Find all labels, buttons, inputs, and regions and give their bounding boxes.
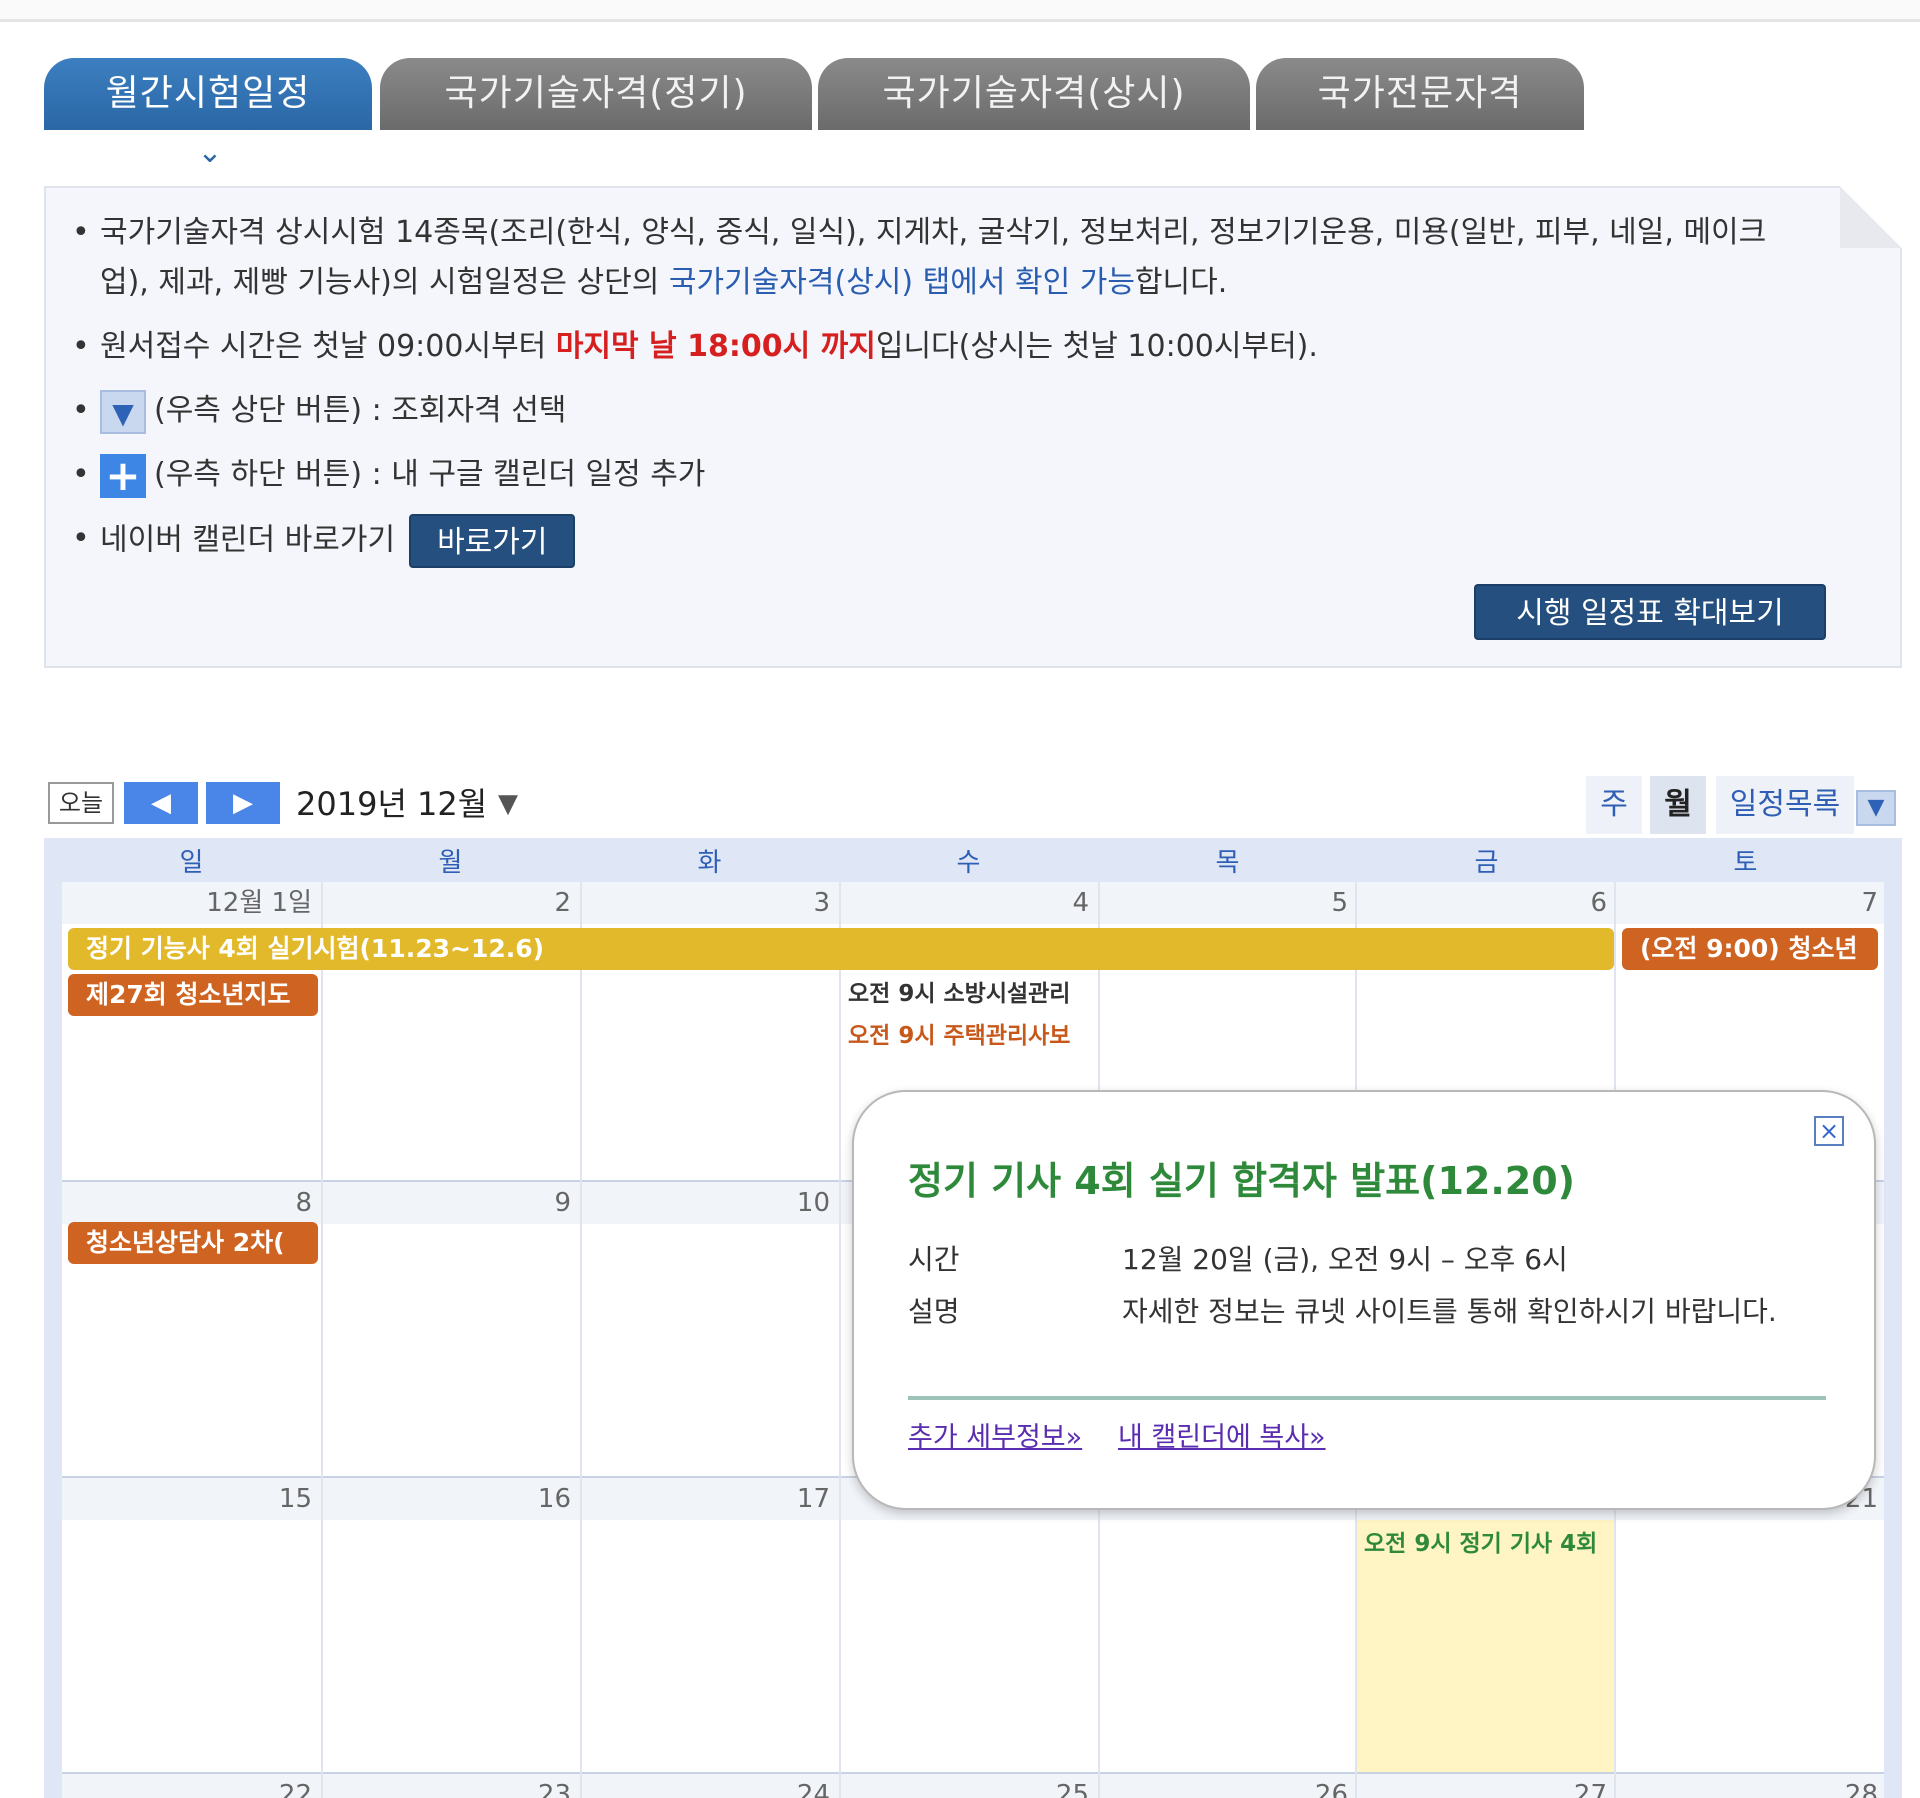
notice-item: 네이버 캘린더 바로가기바로가기 (72, 514, 1772, 568)
day-number[interactable]: 8 (62, 1182, 312, 1224)
day-number[interactable]: 12월 1일 (62, 882, 312, 924)
day-number[interactable]: 9 (321, 1182, 571, 1224)
weekday-sat: 토 (1733, 848, 1758, 878)
day-number[interactable]: 23 (321, 1774, 571, 1798)
day-number[interactable]: 26 (1098, 1774, 1348, 1798)
day-number[interactable]: 27 (1357, 1774, 1607, 1798)
col-divider (580, 882, 582, 1798)
description-value: 자세한 정보는 큐넷 사이트를 통해 확인하시기 바랍니다. (1122, 1295, 1777, 1328)
time-value: 12월 20일 (금), 오전 9시 – 오후 6시 (1122, 1243, 1568, 1276)
plus-icon: + (100, 453, 146, 498)
page-curl-icon (1840, 186, 1902, 248)
dropdown-arrow-icon: ▼ (100, 389, 146, 434)
calendar-event[interactable]: (오전 9:00) 청소년 (1622, 928, 1878, 970)
prev-month-button[interactable]: ◀ (124, 782, 198, 824)
day-number[interactable]: 15 (62, 1478, 312, 1520)
next-month-button[interactable]: ▶ (206, 782, 280, 824)
calendar-select-dropdown-icon[interactable]: ▼ (1856, 790, 1896, 826)
day-number[interactable]: 10 (580, 1182, 830, 1224)
day-number[interactable]: 2 (321, 882, 571, 924)
chevron-right-icon: ▶ (233, 788, 253, 818)
tab-national-technical-regular[interactable]: 국가기술자격(정기) (380, 58, 812, 130)
col-divider (321, 882, 323, 1798)
day-number[interactable]: 7 (1616, 882, 1878, 924)
expand-schedule-button[interactable]: 시행 일정표 확대보기 (1474, 584, 1826, 640)
calendar-event[interactable]: 오전 9시 소방시설관리 (848, 974, 1092, 1014)
weekday-thu: 목 (1215, 848, 1240, 878)
calendar-toolbar: 오늘 ◀ ▶ 2019년 12월 ▼ 주 월 일정목록 ▼ (48, 776, 1900, 834)
chevron-down-icon: ⌄ (197, 135, 223, 170)
tab-monthly-schedule[interactable]: 월간시험일정 (44, 58, 372, 130)
event-title: 정기 기사 4회 실기 합격자 발표(12.20) (908, 1159, 1576, 1203)
notice-item: +(우측 하단 버튼) : 내 구글 캘린더 일정 추가 (72, 450, 1772, 500)
day-number[interactable]: 24 (580, 1774, 830, 1798)
calendar-event[interactable]: 정기 기능사 4회 실기시험(11.23~12.6) (68, 928, 1614, 970)
view-week-button[interactable]: 주 (1586, 776, 1642, 834)
tab-national-technical-constant[interactable]: 국가기술자격(상시) (818, 58, 1250, 130)
day-number[interactable]: 28 (1616, 1774, 1878, 1798)
day-number[interactable]: 3 (580, 882, 830, 924)
weekday-wed: 수 (956, 848, 981, 878)
chevron-left-icon: ◀ (151, 788, 171, 818)
day-number[interactable]: 6 (1357, 882, 1607, 924)
calendar-event[interactable]: 제27회 청소년지도 (68, 974, 318, 1016)
description-label: 설명 (908, 1295, 960, 1328)
view-month-button[interactable]: 월 (1650, 776, 1706, 834)
popup-divider (908, 1396, 1826, 1400)
notice-item: ▼(우측 상단 버튼) : 조회자격 선택 (72, 386, 1772, 436)
tab-national-professional[interactable]: 국가전문자격 (1256, 58, 1584, 130)
day-number[interactable]: 17 (580, 1478, 830, 1520)
naver-calendar-goto-button[interactable]: 바로가기 (409, 514, 576, 568)
constant-tab-link[interactable]: 국가기술자격(상시) 탭에서 확인 가능 (669, 265, 1135, 300)
notice-item: 원서접수 시간은 첫날 09:00시부터 마지막 날 18:00시 까지입니다(… (72, 322, 1772, 372)
weekday-tue: 화 (697, 848, 722, 878)
event-detail-popup: × 정기 기사 4회 실기 합격자 발표(12.20) 시간 12월 20일 (… (852, 1090, 1876, 1510)
copy-to-my-calendar-link[interactable]: 내 캘린더에 복사» (1118, 1416, 1326, 1460)
today-button[interactable]: 오늘 (48, 782, 114, 824)
calendar-event[interactable]: 오전 9시 정기 기사 4회 (1364, 1524, 1610, 1564)
weekday-header: 일 월 화 수 목 금 토 (62, 838, 1884, 882)
deadline-highlight: 마지막 날 18:00시 까지 (555, 329, 876, 364)
day-number[interactable]: 22 (62, 1774, 312, 1798)
day-number[interactable]: 16 (321, 1478, 571, 1520)
col-divider (839, 882, 841, 1798)
day-number[interactable]: 5 (1098, 882, 1348, 924)
more-details-link[interactable]: 추가 세부정보» (908, 1416, 1082, 1460)
exam-tabs: 월간시험일정 국가기술자격(정기) 국가기술자격(상시) 국가전문자격 (44, 58, 1604, 130)
time-label: 시간 (908, 1243, 960, 1276)
notice-box: 국가기술자격 상시시험 14종목(조리(한식, 양식, 중식, 일식), 지게차… (44, 186, 1902, 668)
calendar-event[interactable]: 청소년상담사 2차( (68, 1222, 318, 1264)
close-icon[interactable]: × (1814, 1116, 1844, 1146)
month-dropdown-icon[interactable]: ▼ (498, 776, 518, 832)
calendar-event[interactable]: 오전 9시 주택관리사보 (848, 1016, 1092, 1056)
notice-item: 국가기술자격 상시시험 14종목(조리(한식, 양식, 중식, 일식), 지게차… (72, 208, 1772, 308)
month-title: 2019년 12월 (296, 785, 488, 823)
weekday-fri: 금 (1474, 848, 1499, 878)
day-number[interactable]: 4 (839, 882, 1089, 924)
notice-list: 국가기술자격 상시시험 14종목(조리(한식, 양식, 중식, 일식), 지게차… (72, 208, 1772, 582)
day-number[interactable]: 25 (839, 1774, 1089, 1798)
weekday-sun: 일 (179, 848, 204, 878)
view-agenda-button[interactable]: 일정목록 (1716, 776, 1854, 834)
weekday-mon: 월 (438, 848, 463, 878)
top-divider (0, 0, 1920, 22)
